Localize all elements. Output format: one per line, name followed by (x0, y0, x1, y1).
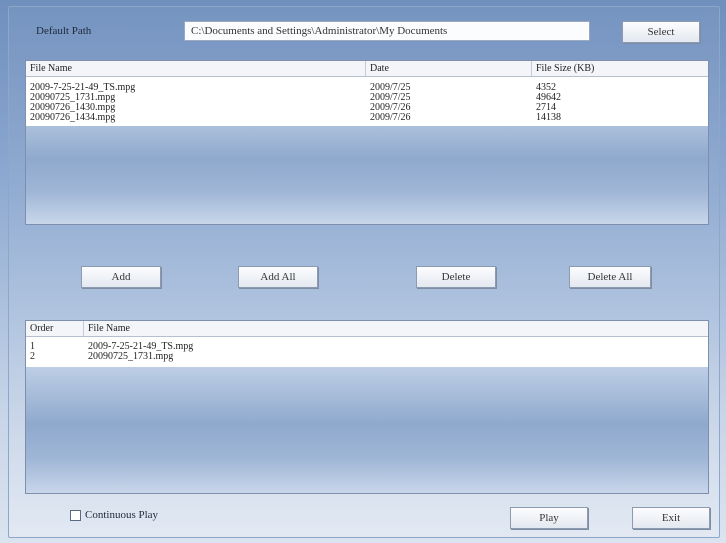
file-size-cell: 4352 (536, 83, 556, 93)
delete-button[interactable]: Delete (416, 266, 496, 288)
file-name-cell: 2009-7-25-21-49_TS.mpg (30, 83, 136, 93)
playlist-header: Order File Name (26, 321, 708, 337)
continuous-play-checkbox[interactable] (70, 510, 81, 521)
table-row[interactable]: 20090726_1430.mpg 2009/7/26 2714 (26, 103, 708, 113)
playlist-file-name-cell: 2009-7-25-21-49_TS.mpg (88, 342, 194, 352)
continuous-play-label: Continuous Play (85, 509, 159, 521)
playlist[interactable]: Order File Name 1 2009-7-25-21-49_TS.mpg 2… (25, 320, 709, 494)
date-cell: 2009/7/25 (370, 93, 411, 103)
select-button[interactable]: Select (622, 21, 700, 43)
default-path-input[interactable] (184, 21, 590, 41)
file-size-cell: 2714 (536, 103, 556, 113)
date-cell: 2009/7/26 (370, 103, 411, 113)
exit-button[interactable]: Exit (632, 507, 710, 529)
file-list-body: 2009-7-25-21-49_TS.mpg 2009/7/25 4352 20090… (26, 77, 708, 126)
list-item[interactable]: 2 20090725_1731.mpg (26, 352, 708, 362)
table-row[interactable]: 20090725_1731.mpg 2009/7/25 49642 (26, 93, 708, 103)
file-size-cell: 14138 (536, 113, 561, 123)
file-list[interactable]: File Name Date File Size (KB) 2009-7-25-… (25, 60, 709, 225)
column-file-size[interactable]: File Size (KB) (532, 61, 708, 76)
file-size-cell: 49642 (536, 93, 561, 103)
date-cell: 2009/7/25 (370, 83, 411, 93)
add-button[interactable]: Add (81, 266, 161, 288)
order-cell: 2 (30, 352, 35, 362)
list-item[interactable]: 1 2009-7-25-21-49_TS.mpg (26, 342, 708, 352)
column-playlist-file-name[interactable]: File Name (84, 321, 708, 336)
order-cell: 1 (30, 342, 35, 352)
default-path-label: Default Path (36, 25, 92, 37)
column-order[interactable]: Order (26, 321, 84, 336)
date-cell: 2009/7/26 (370, 113, 411, 123)
table-row[interactable]: 2009-7-25-21-49_TS.mpg 2009/7/25 4352 (26, 83, 708, 93)
file-name-cell: 20090725_1731.mpg (30, 93, 116, 103)
add-all-button[interactable]: Add All (238, 266, 318, 288)
file-name-cell: 20090726_1434.mpg (30, 113, 116, 123)
file-list-header: File Name Date File Size (KB) (26, 61, 708, 77)
table-row[interactable]: 20090726_1434.mpg 2009/7/26 14138 (26, 113, 708, 123)
column-file-name[interactable]: File Name (26, 61, 366, 76)
playlist-file-name-cell: 20090725_1731.mpg (88, 352, 174, 362)
play-button[interactable]: Play (510, 507, 588, 529)
playlist-body: 1 2009-7-25-21-49_TS.mpg 2 20090725_1731.mp… (26, 337, 708, 367)
file-name-cell: 20090726_1430.mpg (30, 103, 116, 113)
column-date[interactable]: Date (366, 61, 532, 76)
delete-all-button[interactable]: Delete All (569, 266, 651, 288)
